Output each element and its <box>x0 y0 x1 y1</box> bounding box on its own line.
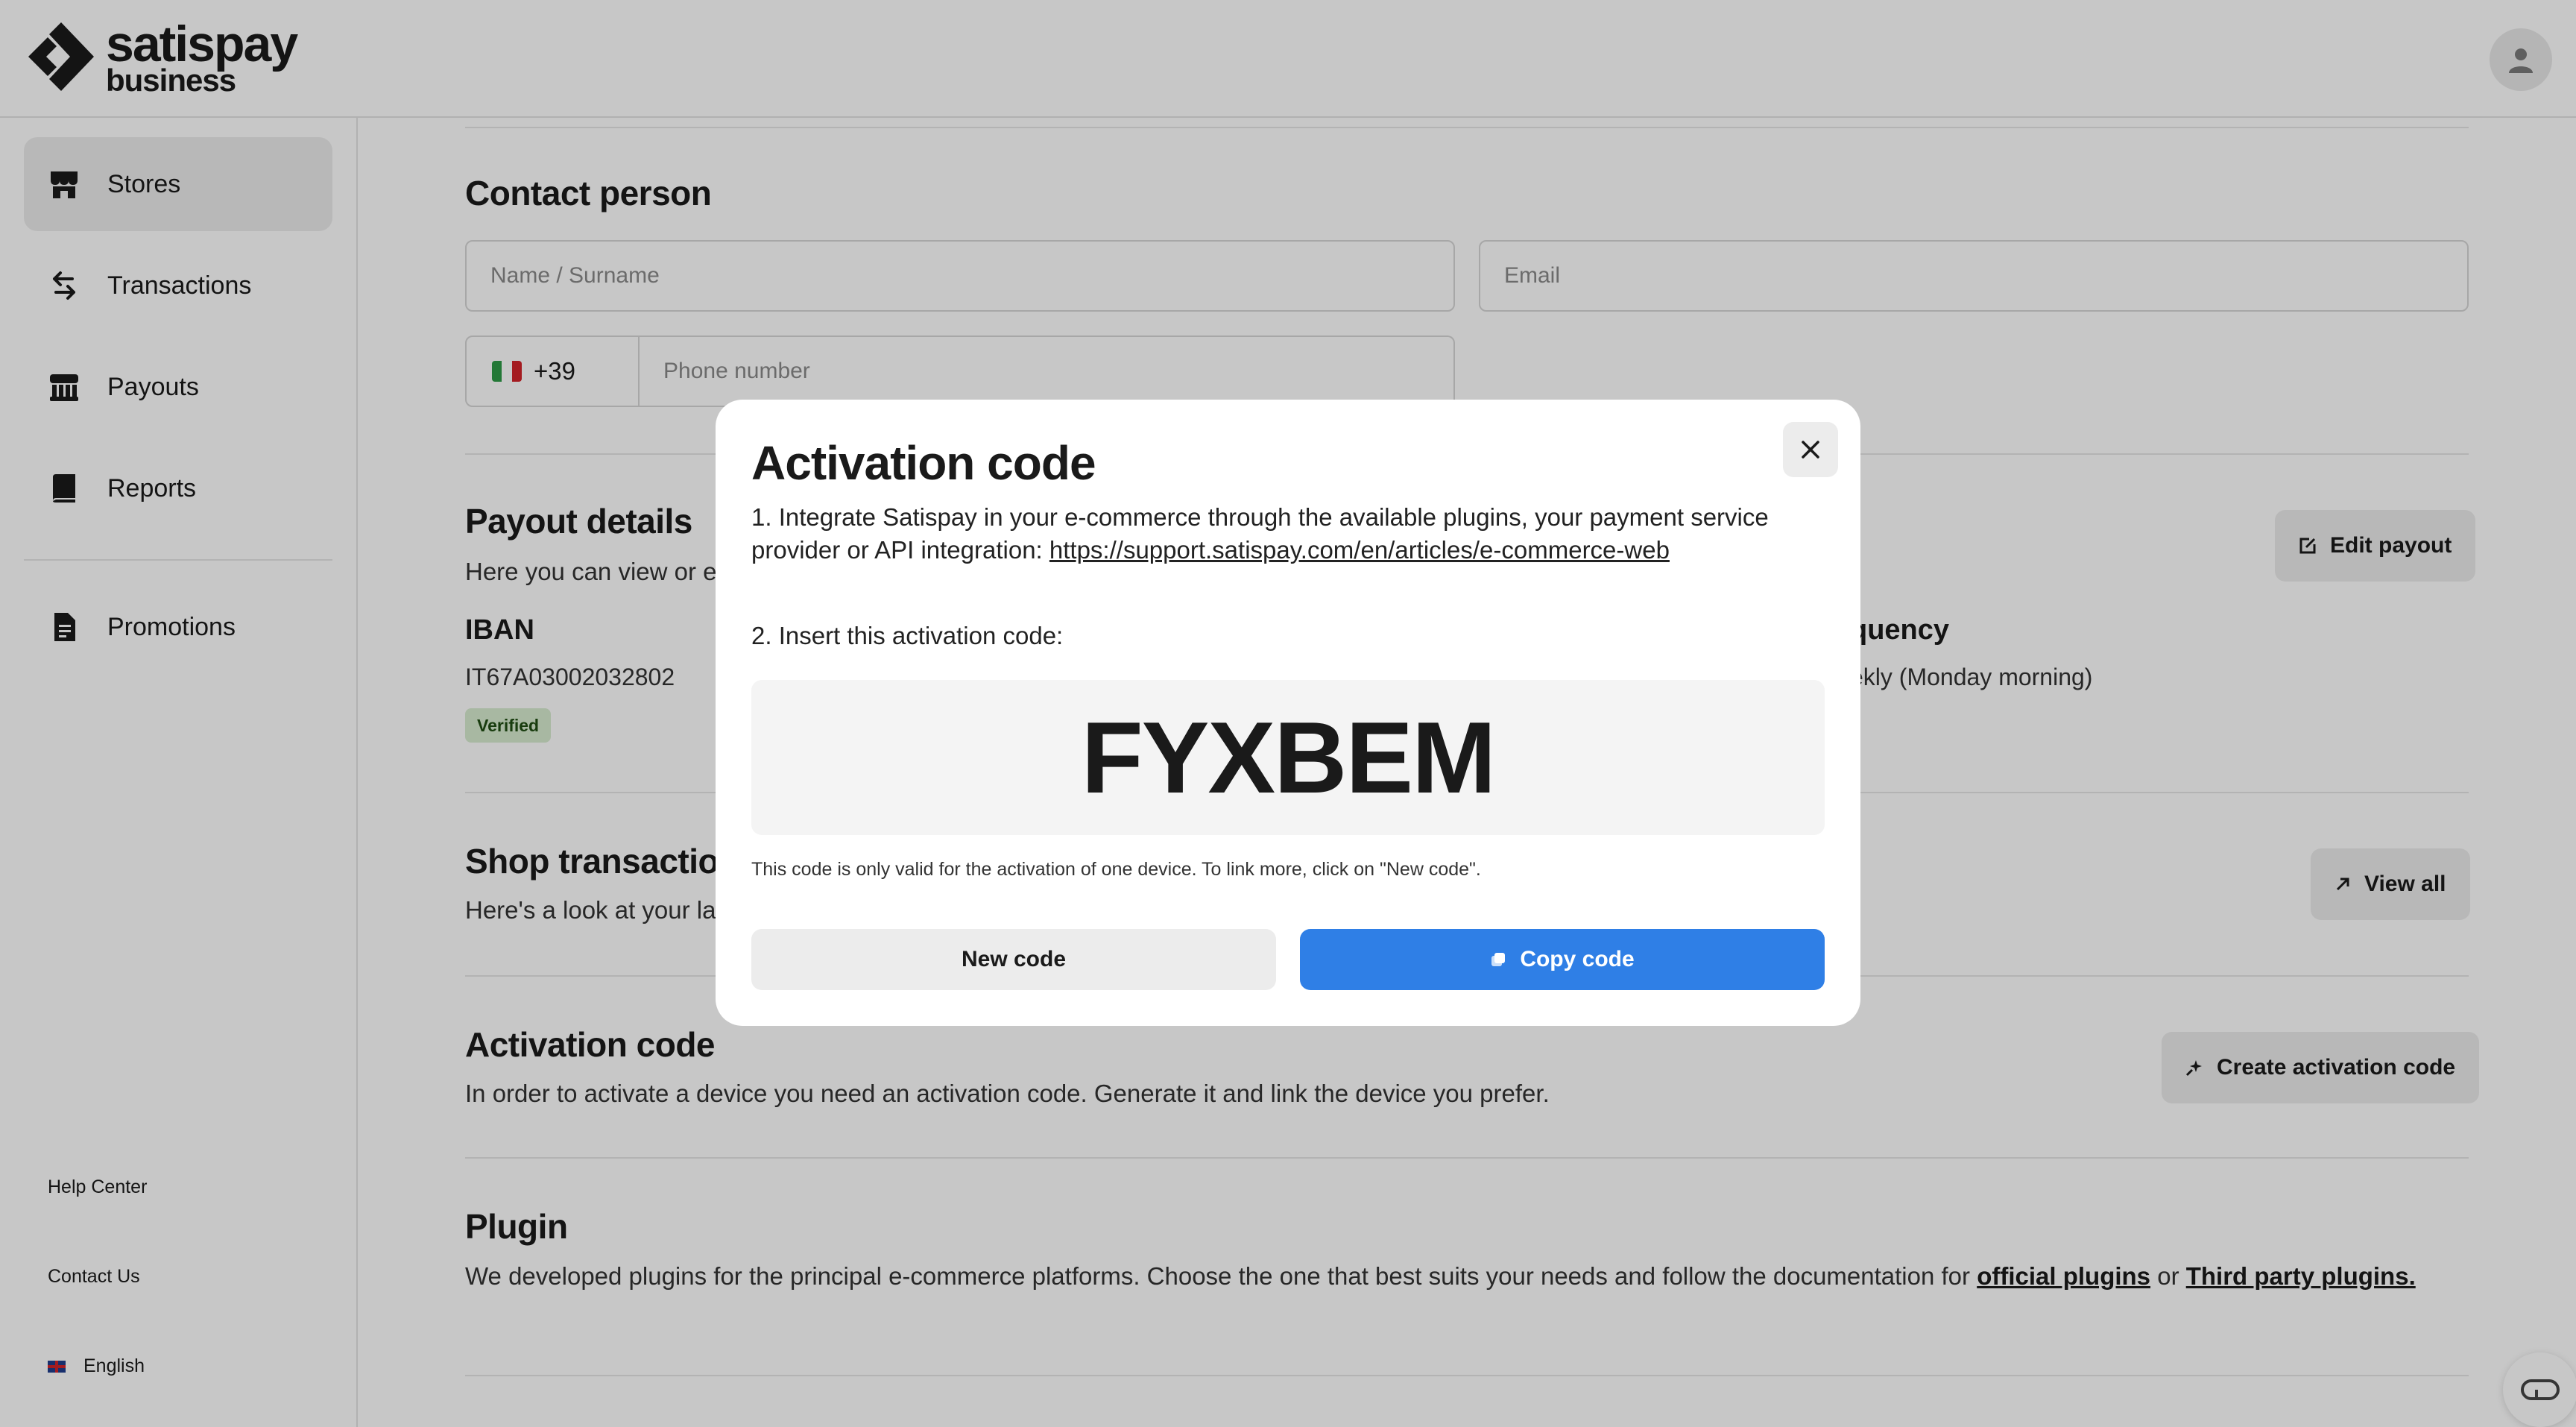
close-icon <box>1802 441 1819 459</box>
activation-code-modal: Activation code 1. Integrate Satispay in… <box>716 400 1860 1026</box>
modal-title: Activation code <box>751 436 1096 490</box>
new-code-button[interactable]: New code <box>751 929 1276 990</box>
code-validity-note: This code is only valid for the activati… <box>751 859 1481 880</box>
copy-code-label: Copy code <box>1520 947 1635 971</box>
support-link[interactable]: https://support.satispay.com/en/articles… <box>1049 536 1670 564</box>
modal-step-1: 1. Integrate Satispay in your e-commerce… <box>751 501 1795 567</box>
copy-code-button[interactable]: Copy code <box>1300 929 1825 990</box>
new-code-label: New code <box>961 947 1067 971</box>
activation-code-value: FYXBEM <box>1081 701 1497 814</box>
activation-code-box: FYXBEM <box>751 680 1825 835</box>
close-button[interactable] <box>1783 422 1838 477</box>
copy-icon <box>1490 951 1506 968</box>
modal-step-2: 2. Insert this activation code: <box>751 622 1064 649</box>
